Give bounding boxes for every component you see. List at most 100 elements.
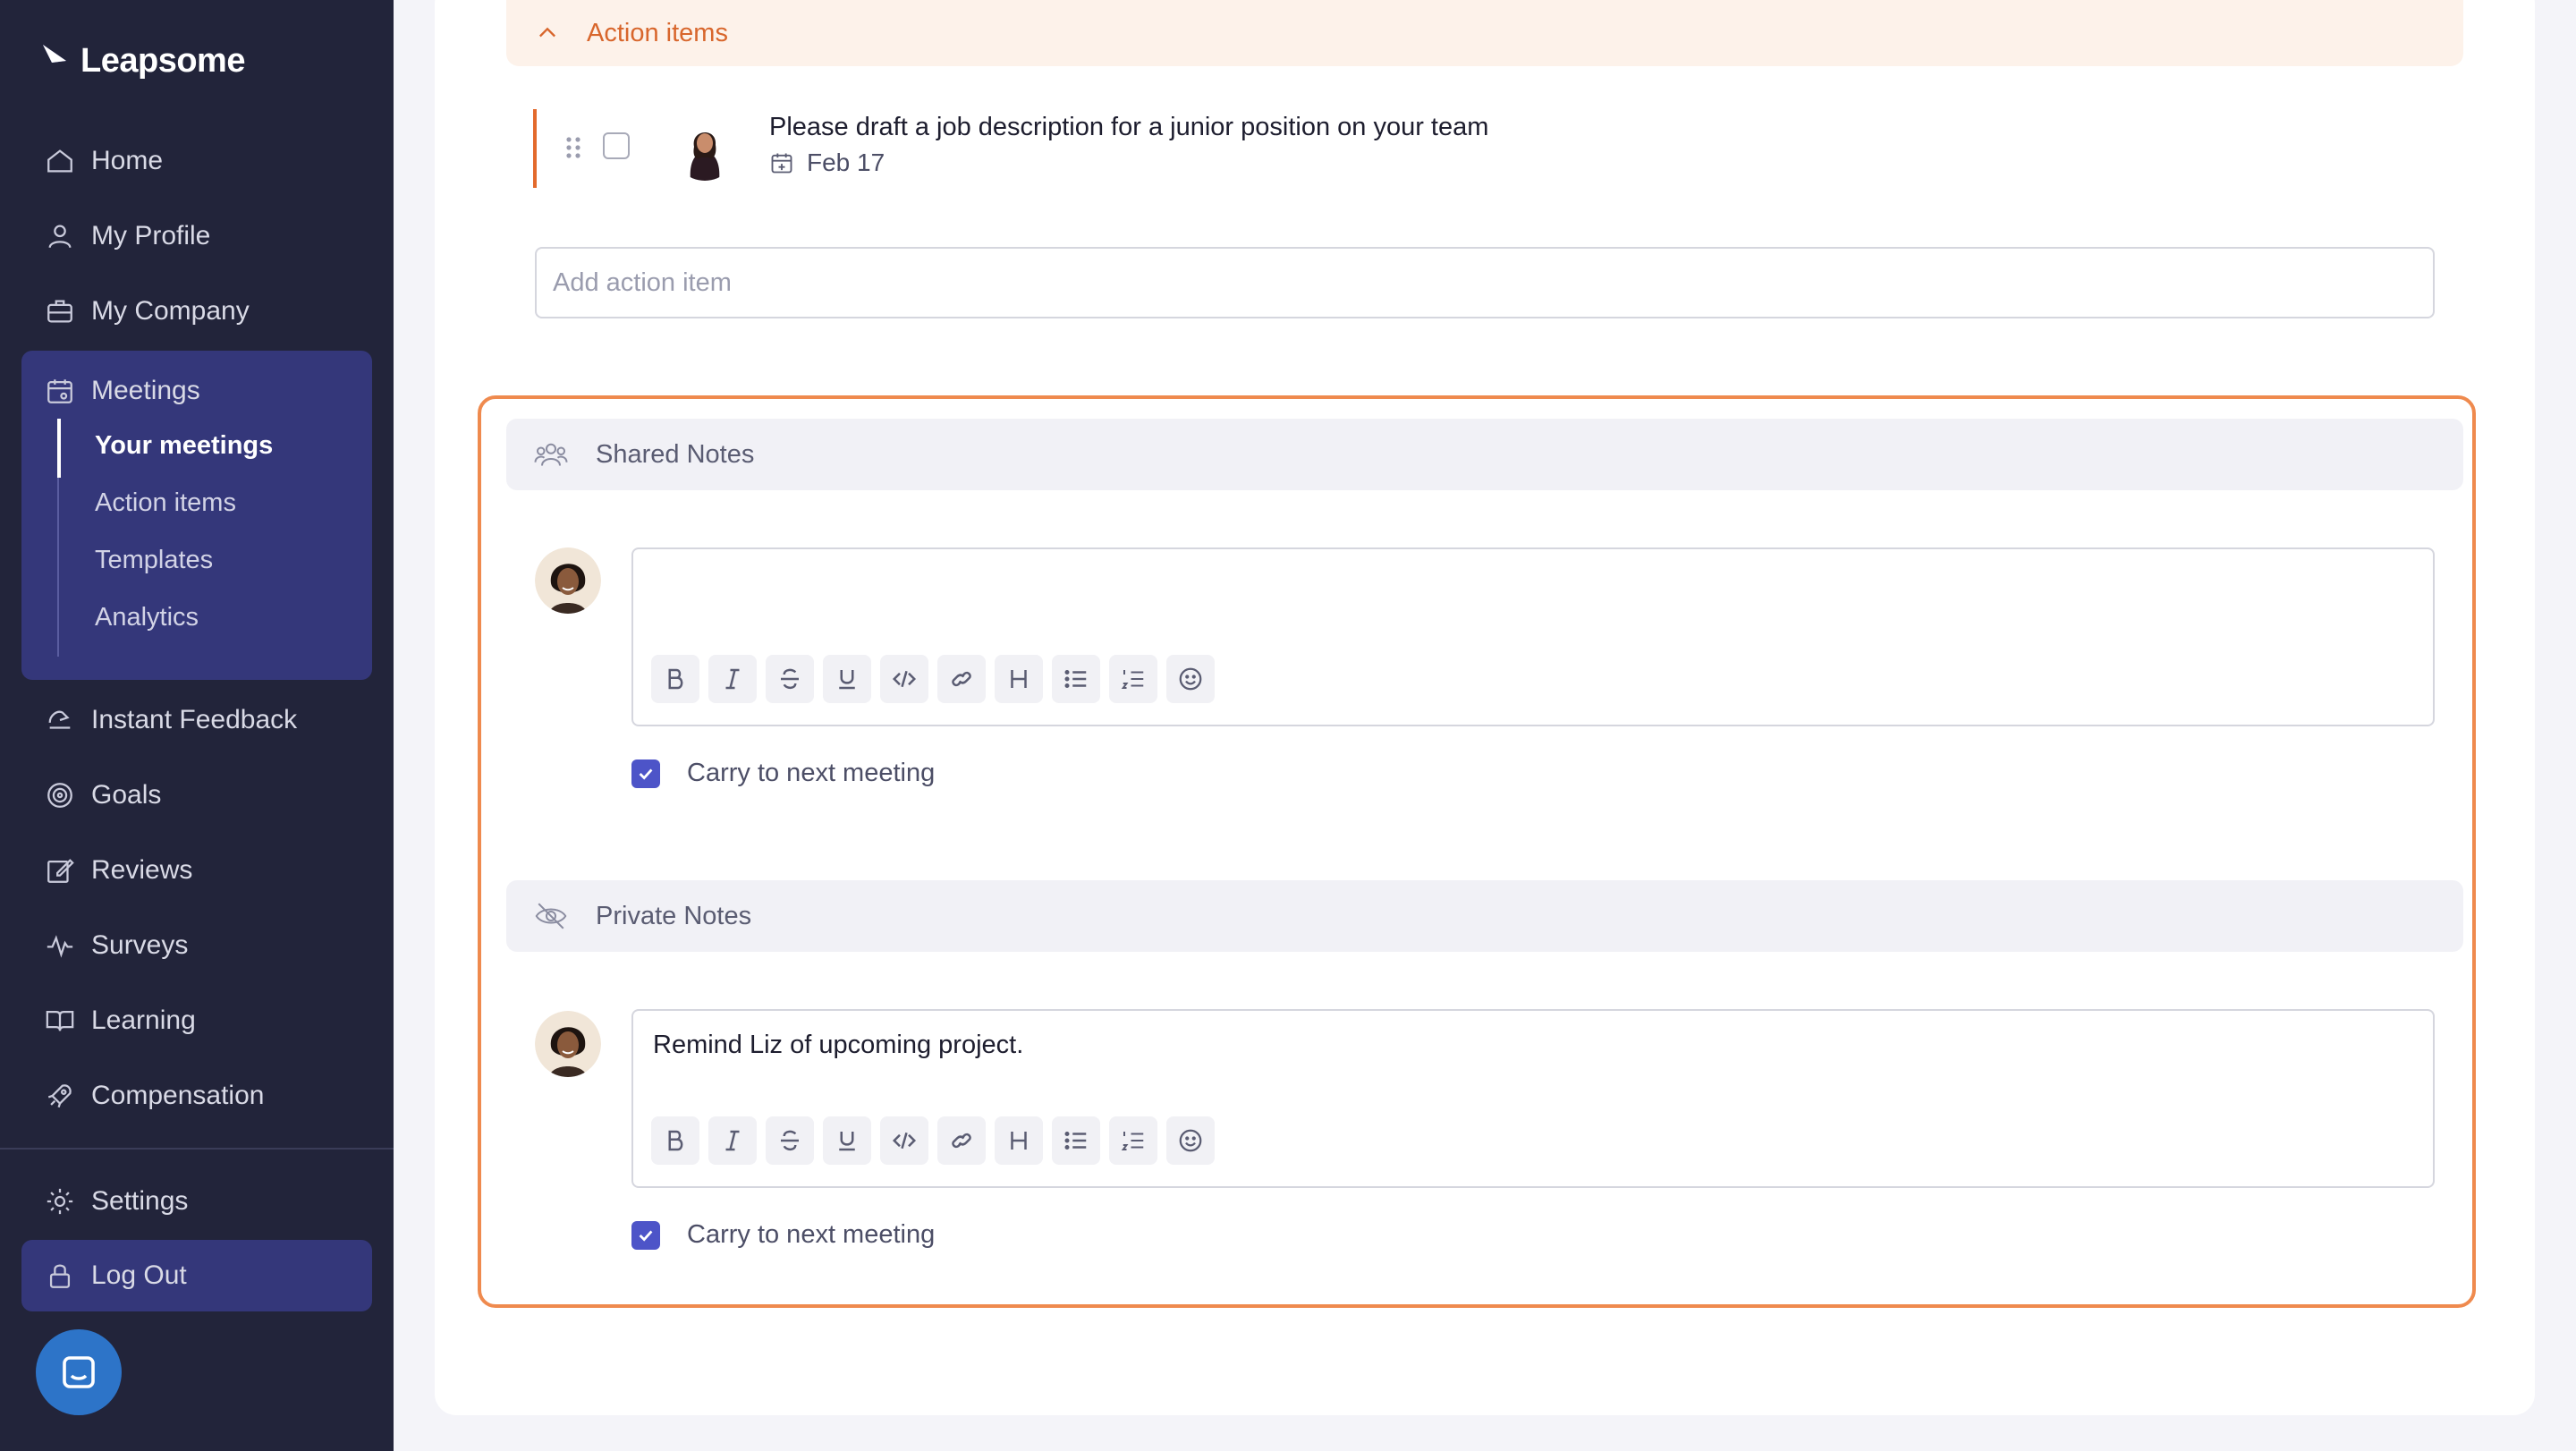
leapsome-logo-icon bbox=[43, 45, 66, 77]
shared-carry-label[interactable]: Carry to next meeting bbox=[687, 759, 935, 788]
pulse-icon bbox=[47, 935, 73, 958]
bullet-list-icon bbox=[1064, 670, 1087, 688]
sidebar-item-label: Reviews bbox=[91, 855, 193, 885]
add-action-item-input[interactable] bbox=[535, 247, 2435, 318]
private-notes-editor[interactable]: Remind Liz of upcoming project. bbox=[631, 1009, 2435, 1188]
logout-button[interactable]: Log Out bbox=[21, 1240, 372, 1311]
private-carry-checkbox[interactable] bbox=[631, 1220, 660, 1250]
sidebar-item-my-company[interactable]: My Company bbox=[21, 280, 372, 343]
action-item-checkbox[interactable] bbox=[603, 132, 630, 159]
author-avatar bbox=[535, 1011, 601, 1077]
code-button[interactable] bbox=[880, 1116, 928, 1165]
assignee-avatar bbox=[673, 116, 737, 181]
checkmark-icon bbox=[639, 768, 653, 780]
sidebar-item-reviews[interactable]: Reviews bbox=[21, 839, 372, 902]
people-icon bbox=[534, 443, 568, 466]
bullet-list-button[interactable] bbox=[1052, 1116, 1100, 1165]
sidebar-item-meetings[interactable]: Meetings bbox=[21, 360, 372, 422]
chat-launcher-button[interactable] bbox=[36, 1329, 122, 1415]
meetings-group: Meetings Your meetings Action items Temp… bbox=[21, 351, 372, 680]
numbered-list-button[interactable] bbox=[1109, 1116, 1157, 1165]
sidebar-item-settings[interactable]: Settings bbox=[21, 1170, 372, 1233]
checkmark-icon bbox=[639, 1229, 653, 1242]
shared-carry-checkbox[interactable] bbox=[631, 759, 660, 788]
author-avatar bbox=[535, 547, 601, 614]
strikethrough-button[interactable] bbox=[766, 655, 814, 703]
calendar-plus-icon bbox=[771, 153, 792, 174]
link-button[interactable] bbox=[937, 655, 986, 703]
strikethrough-icon bbox=[781, 1130, 799, 1151]
private-carry-label[interactable]: Carry to next meeting bbox=[687, 1220, 935, 1250]
bold-button[interactable] bbox=[651, 1116, 699, 1165]
strikethrough-button[interactable] bbox=[766, 1116, 814, 1165]
eye-off-icon bbox=[535, 903, 567, 929]
shared-notes-title: Shared Notes bbox=[596, 439, 755, 469]
numbered-list-button[interactable] bbox=[1109, 655, 1157, 703]
shared-notes-editor[interactable] bbox=[631, 547, 2435, 726]
subnav-item-action-items[interactable]: Action items bbox=[59, 476, 354, 530]
subnav-item-analytics[interactable]: Analytics bbox=[59, 590, 354, 644]
sidebar-item-label: Surveys bbox=[91, 930, 189, 960]
private-notes-content[interactable]: Remind Liz of upcoming project. bbox=[653, 1031, 1023, 1060]
due-date-text: Feb 17 bbox=[807, 148, 886, 176]
rocket-icon bbox=[47, 1084, 72, 1108]
italic-icon bbox=[725, 1130, 740, 1151]
shared-carry-option: Carry to next meeting bbox=[631, 759, 935, 788]
heading-button[interactable] bbox=[995, 655, 1043, 703]
app-logo[interactable]: Leapsome bbox=[39, 41, 245, 81]
italic-icon bbox=[725, 668, 740, 690]
code-button[interactable] bbox=[880, 655, 928, 703]
numbered-list-icon bbox=[1121, 1132, 1144, 1150]
italic-button[interactable] bbox=[708, 655, 757, 703]
underline-button[interactable] bbox=[823, 655, 871, 703]
link-icon bbox=[952, 1133, 971, 1149]
drag-handle-icon[interactable] bbox=[564, 134, 583, 161]
sidebar-item-home[interactable]: Home bbox=[21, 130, 372, 192]
emoji-button[interactable] bbox=[1166, 655, 1215, 703]
bold-icon bbox=[668, 1130, 683, 1151]
book-icon bbox=[46, 1010, 74, 1031]
private-notes-title: Private Notes bbox=[596, 901, 752, 930]
underline-button[interactable] bbox=[823, 1116, 871, 1165]
italic-button[interactable] bbox=[708, 1116, 757, 1165]
app-name: Leapsome bbox=[80, 41, 245, 80]
sidebar-item-goals[interactable]: Goals bbox=[21, 764, 372, 827]
lock-icon bbox=[49, 1264, 71, 1288]
shared-notes-header: Shared Notes bbox=[506, 419, 2463, 490]
heading-icon bbox=[1011, 1132, 1027, 1150]
link-button[interactable] bbox=[937, 1116, 986, 1165]
subnav-item-templates[interactable]: Templates bbox=[59, 533, 354, 587]
sidebar-item-label: Instant Feedback bbox=[91, 705, 298, 734]
briefcase-icon bbox=[47, 300, 72, 323]
sidebar-item-instant-feedback[interactable]: Instant Feedback bbox=[21, 689, 372, 751]
bold-icon bbox=[668, 668, 683, 690]
sidebar-item-surveys[interactable]: Surveys bbox=[21, 914, 372, 977]
sidebar-item-compensation[interactable]: Compensation bbox=[21, 1065, 372, 1127]
subnav-item-your-meetings[interactable]: Your meetings bbox=[57, 419, 354, 478]
feedback-icon bbox=[48, 710, 71, 729]
chat-icon bbox=[63, 1356, 95, 1388]
bullet-list-icon bbox=[1064, 1132, 1087, 1150]
logout-label: Log Out bbox=[91, 1260, 187, 1290]
action-items-header[interactable]: Action items bbox=[506, 0, 2463, 66]
smiley-icon bbox=[1179, 667, 1202, 691]
sidebar-item-label: Meetings bbox=[91, 376, 200, 405]
sidebar-item-learning[interactable]: Learning bbox=[21, 989, 372, 1052]
sidebar-divider bbox=[0, 1148, 394, 1150]
bullet-list-button[interactable] bbox=[1052, 655, 1100, 703]
sidebar-item-label: Compensation bbox=[91, 1081, 265, 1110]
sidebar-item-my-profile[interactable]: My Profile bbox=[21, 205, 372, 267]
code-icon bbox=[892, 1132, 917, 1150]
emoji-button[interactable] bbox=[1166, 1116, 1215, 1165]
heading-button[interactable] bbox=[995, 1116, 1043, 1165]
action-item-body: Please draft a job description for a jun… bbox=[769, 109, 1488, 177]
bold-button[interactable] bbox=[651, 655, 699, 703]
private-notes-toolbar bbox=[651, 1116, 1215, 1165]
action-items-title: Action items bbox=[587, 18, 728, 47]
action-item-due-date[interactable]: Feb 17 bbox=[769, 148, 1488, 177]
shared-notes-toolbar bbox=[651, 655, 1215, 703]
heading-icon bbox=[1011, 670, 1027, 688]
private-carry-option: Carry to next meeting bbox=[631, 1220, 935, 1250]
action-item-title[interactable]: Please draft a job description for a jun… bbox=[769, 109, 1488, 145]
smiley-icon bbox=[1179, 1129, 1202, 1152]
